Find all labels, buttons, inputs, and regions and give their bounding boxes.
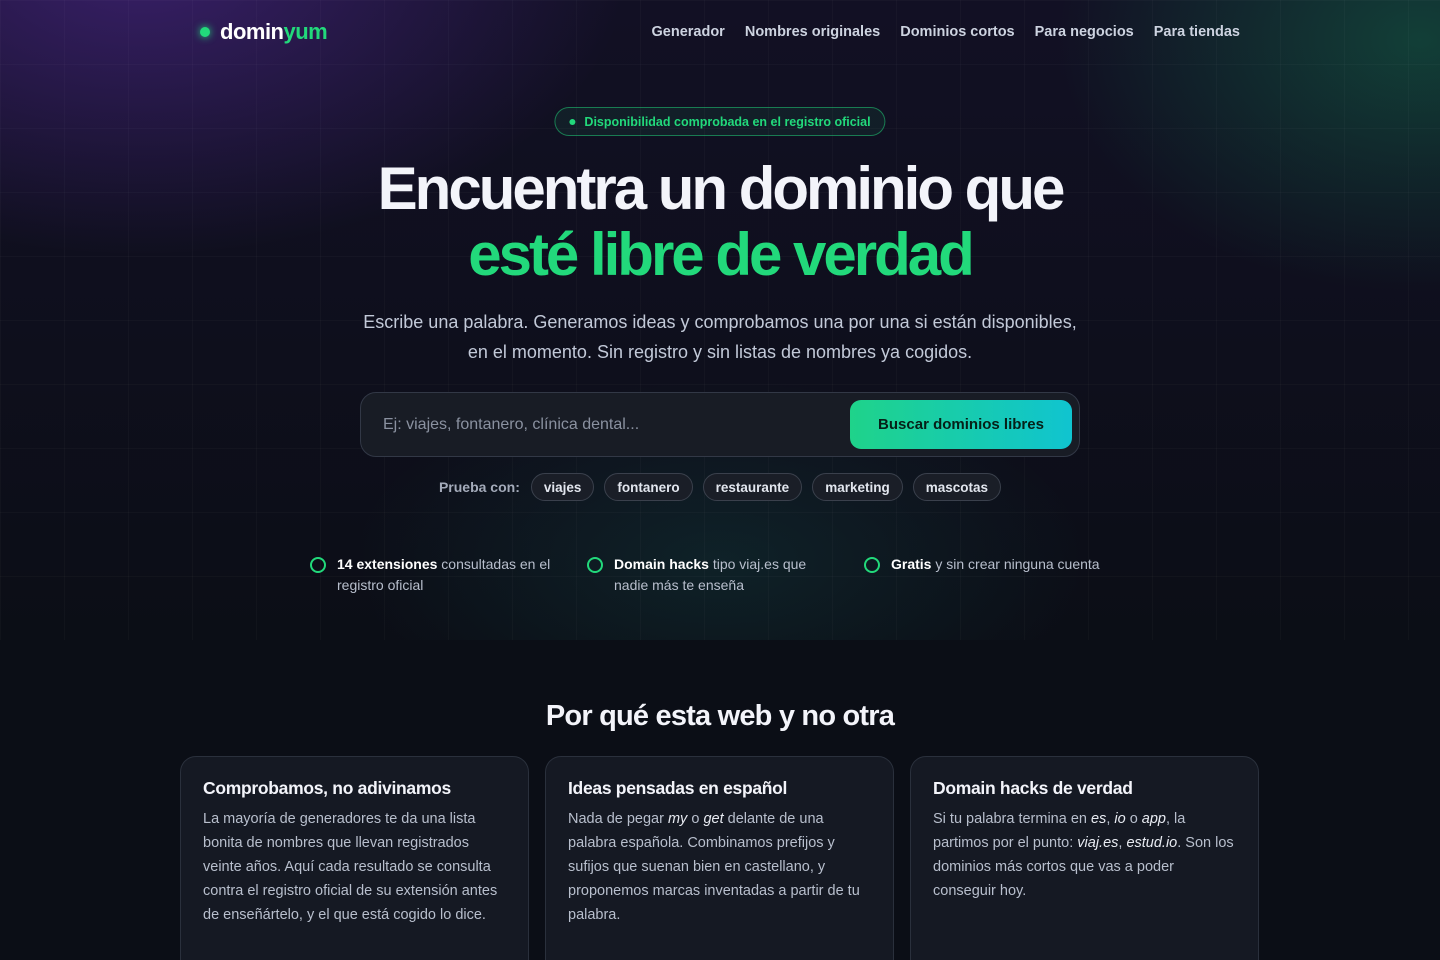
- search-domains-button[interactable]: Buscar dominios libres: [850, 400, 1072, 449]
- body-italic: my: [667, 811, 688, 827]
- suggestion-chip-marketing[interactable]: marketing: [812, 473, 903, 501]
- why-section-title: Por qué esta web y no otra: [545, 700, 895, 732]
- check-circle-icon: [864, 557, 880, 573]
- feature-text: 14 extensiones consultadas en el registr…: [337, 554, 567, 596]
- hero-subtitle-line1: Escribe una palabra. Generamos ideas y c…: [363, 312, 1077, 332]
- why-card: Domain hacks de verdad Si tu palabra ter…: [910, 756, 1259, 960]
- feature-bold: 14 extensiones: [337, 556, 438, 572]
- why-cards: Comprobamos, no adivinamos La mayoría de…: [180, 756, 1259, 960]
- top-nav: dominyum Generador Nombres originales Do…: [200, 0, 1240, 64]
- hero-title-line1: Encuentra un dominio que: [377, 155, 1066, 222]
- suggestion-chips: Prueba con: viajes fontanero restaurante…: [0, 473, 1440, 501]
- hero-subtitle-line2: en el momento. Sin registro y sin listas…: [467, 342, 973, 362]
- hero-title-line2: esté libre de verdad: [468, 221, 975, 288]
- body-text: o: [1125, 811, 1142, 827]
- body-text: delante de una palabra española. Combina…: [568, 811, 860, 923]
- body-text: o: [687, 811, 704, 827]
- body-italic: es: [1090, 811, 1107, 827]
- feature-item: 14 extensiones consultadas en el registr…: [310, 554, 567, 596]
- body-italic: get: [703, 811, 724, 827]
- check-circle-icon: [587, 557, 603, 573]
- why-card: Comprobamos, no adivinamos La mayoría de…: [180, 756, 529, 960]
- feature-list: 14 extensiones consultadas en el registr…: [310, 554, 1121, 596]
- why-card-body: Si tu palabra termina en es, io o app, l…: [933, 807, 1236, 903]
- why-card-title: Ideas pensadas en español: [568, 778, 788, 798]
- nav-link-para-tiendas[interactable]: Para tiendas: [1154, 24, 1240, 40]
- body-italic: viaj.es: [1077, 835, 1119, 851]
- check-circle-icon: [310, 557, 326, 573]
- why-card-title: Comprobamos, no adivinamos: [203, 778, 451, 798]
- why-card-title: Domain hacks de verdad: [933, 778, 1133, 798]
- body-text: Nada de pegar: [568, 811, 668, 827]
- why-card-body: Nada de pegar my o get delante de una pa…: [568, 807, 871, 927]
- availability-badge: Disponibilidad comprobada en el registro…: [554, 107, 886, 136]
- domain-search-form: Buscar dominios libres: [360, 392, 1080, 457]
- nav-link-generador[interactable]: Generador: [652, 24, 725, 40]
- nav-link-dominios-cortos[interactable]: Dominios cortos: [900, 24, 1014, 40]
- nav-links: Generador Nombres originales Dominios co…: [652, 24, 1241, 40]
- feature-item: Gratis y sin crear ninguna cuenta: [864, 554, 1121, 596]
- nav-link-nombres-originales[interactable]: Nombres originales: [745, 24, 880, 40]
- feature-text: Domain hacks tipo viaj.es que nadie más …: [614, 554, 844, 596]
- body-italic: io: [1114, 811, 1126, 827]
- page: dominyum Generador Nombres originales Do…: [0, 0, 1440, 960]
- body-italic: app: [1141, 811, 1166, 827]
- body-text: Si tu palabra termina en: [933, 811, 1091, 827]
- logo-text-part2: yum: [283, 19, 328, 44]
- body-italic: estud.io: [1126, 835, 1178, 851]
- logo[interactable]: dominyum: [200, 19, 328, 45]
- feature-bold: Gratis: [891, 556, 932, 572]
- nav-link-para-negocios[interactable]: Para negocios: [1035, 24, 1134, 40]
- feature-text: Gratis y sin crear ninguna cuenta: [891, 554, 1100, 596]
- logo-dot-icon: [200, 27, 210, 37]
- suggestion-chip-mascotas[interactable]: mascotas: [912, 473, 1002, 501]
- domain-search-input[interactable]: [383, 415, 850, 434]
- hero-subtitle: Escribe una palabra. Generamos ideas y c…: [0, 307, 1440, 367]
- status-dot-icon: [569, 118, 576, 125]
- suggestion-chip-viajes[interactable]: viajes: [530, 473, 595, 501]
- suggestion-chip-restaurante[interactable]: restaurante: [702, 473, 803, 501]
- feature-rest: y sin crear ninguna cuenta: [931, 556, 1100, 572]
- hero-title: Encuentra un dominio que esté libre de v…: [0, 156, 1440, 288]
- suggestion-label: Prueba con:: [438, 479, 520, 495]
- why-card: Ideas pensadas en español Nada de pegar …: [545, 756, 894, 960]
- availability-badge-label: Disponibilidad comprobada en el registro…: [584, 114, 871, 129]
- feature-item: Domain hacks tipo viaj.es que nadie más …: [587, 554, 844, 596]
- why-card-body: La mayoría de generadores te da una list…: [203, 811, 498, 923]
- logo-text-part1: domin: [220, 19, 284, 44]
- suggestion-chip-fontanero[interactable]: fontanero: [604, 473, 693, 501]
- feature-bold: Domain hacks: [614, 556, 709, 572]
